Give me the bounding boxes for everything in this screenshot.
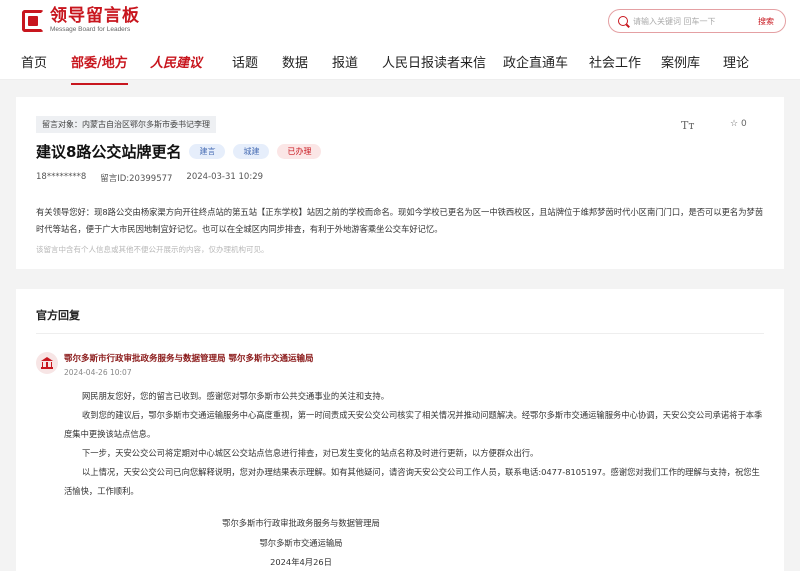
message-card: 留言对象：内蒙古自治区鄂尔多斯市委书记李理 Tт ☆ 0 建议8路公交站牌更名 … xyxy=(16,97,784,269)
search-icon xyxy=(618,16,628,26)
nav-item-theory[interactable]: 理论 xyxy=(723,52,749,71)
search-box: 搜索 xyxy=(608,9,786,33)
nav-item-people-suggestions[interactable]: 人民建议 xyxy=(150,52,202,71)
favorite-button[interactable]: ☆ 0 xyxy=(730,119,747,129)
search-button[interactable]: 搜索 xyxy=(749,13,783,29)
message-id: 留言ID:20399577 xyxy=(100,174,173,184)
reply-heading: 官方回复 xyxy=(36,309,80,322)
logo-title: 领导留言板 xyxy=(50,6,140,26)
nav-item-data[interactable]: 数据 xyxy=(282,52,308,71)
nav-item-topics[interactable]: 话题 xyxy=(232,52,258,71)
reply-body: 网民朋友您好，您的留言已收到。感谢您对鄂尔多斯市公共交通事业的关注和支持。 收到… xyxy=(64,387,764,501)
message-user: 18********8 xyxy=(36,172,87,182)
signature-department-1: 鄂尔多斯市行政审批政务服务与数据管理局 xyxy=(222,518,380,528)
nav-item-reports[interactable]: 报道 xyxy=(332,52,358,71)
reply-card: 官方回复 鄂尔多斯市行政审批政务服务与数据管理局 鄂尔多斯市交通运输局 2024… xyxy=(16,289,784,571)
reply-paragraph: 网民朋友您好，您的留言已收到。感谢您对鄂尔多斯市公共交通事业的关注和支持。 xyxy=(82,391,389,401)
font-size-icon[interactable]: Tт xyxy=(681,119,694,132)
message-meta: 18********8 留言ID:20399577 2024-03-31 10:… xyxy=(36,172,277,184)
status-badge: 已办理 xyxy=(277,144,322,159)
main-nav: 首页 部委/地方 人民建议 话题 数据 报道 人民日报读者来信 政企直通车 社会… xyxy=(0,40,800,85)
divider xyxy=(36,333,764,334)
reply-paragraph: 以上情况，天安公交公司已向您解释说明，您对办理结果表示理解。如有其他疑问，请咨询… xyxy=(64,467,760,496)
search-input[interactable] xyxy=(633,13,745,29)
logo-subtitle: Message Board for Leaders xyxy=(50,26,131,33)
signature-department-2: 鄂尔多斯市交通运输局 xyxy=(259,538,343,548)
government-building-icon xyxy=(36,352,58,374)
star-icon: ☆ xyxy=(730,119,739,129)
tag-suggestion: 建言 xyxy=(189,144,226,159)
reply-department: 鄂尔多斯市行政审批政务服务与数据管理局 鄂尔多斯市交通运输局 xyxy=(64,354,314,364)
nav-item-home[interactable]: 首页 xyxy=(21,52,47,71)
message-body: 有关领导您好：现8路公交由杨家渠方向开往终点站的第五站【正东学校】站因之前的学校… xyxy=(36,207,764,234)
top-bar: 领导留言板 Message Board for Leaders 搜索 xyxy=(0,0,800,40)
reply-date: 2024-04-26 10:07 xyxy=(64,368,132,377)
logo-mark-icon xyxy=(22,9,44,32)
nav-item-ministries-local[interactable]: 部委/地方 xyxy=(71,52,128,85)
nav-item-enterprise-express[interactable]: 政企直通车 xyxy=(503,52,568,71)
reply-paragraph: 下一步，天安公交公司将定期对中心城区公交站点信息进行排查，对已发生变化的站点名称… xyxy=(82,448,539,458)
favorite-count: 0 xyxy=(740,119,747,129)
privacy-note: 该留言中含有个人信息或其他不便公开展示的内容，仅办理机构可见。 xyxy=(36,245,269,254)
message-target: 留言对象：内蒙古自治区鄂尔多斯市委书记李理 xyxy=(36,116,216,133)
tag-urban-construction: 城建 xyxy=(233,144,270,159)
site-logo[interactable]: 领导留言板 Message Board for Leaders xyxy=(22,8,140,34)
nav-item-social-work[interactable]: 社会工作 xyxy=(589,52,641,71)
signature-date: 2024年4月26日 xyxy=(270,557,332,567)
message-title: 建议8路公交站牌更名 xyxy=(36,143,182,161)
nav-item-reader-letters[interactable]: 人民日报读者来信 xyxy=(382,52,486,71)
nav-item-case-library[interactable]: 案例库 xyxy=(661,52,700,71)
reply-paragraph: 收到您的建议后，鄂尔多斯市交通运输服务中心高度重视，第一时间责成天安公交公司核实… xyxy=(64,410,763,439)
message-datetime: 2024-03-31 10:29 xyxy=(186,172,264,182)
